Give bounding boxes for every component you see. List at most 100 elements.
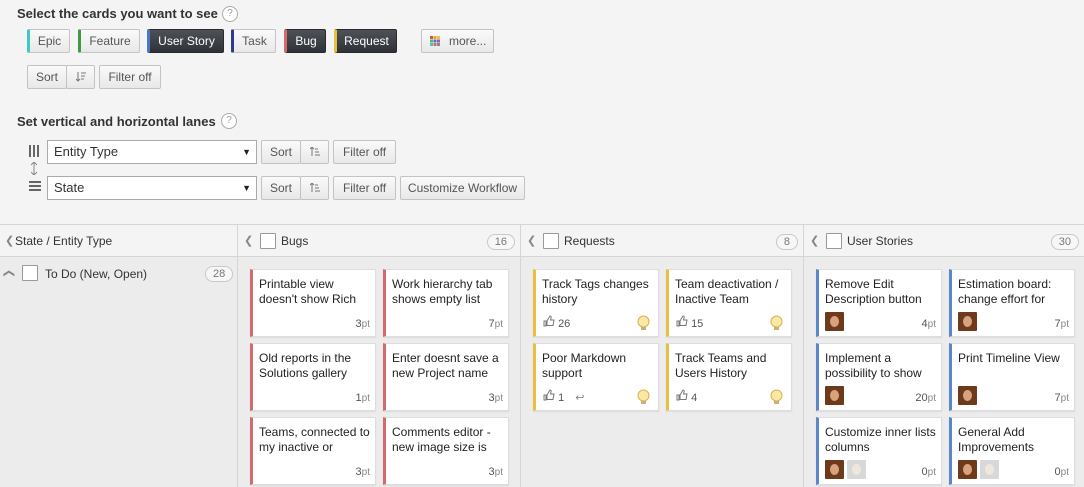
vertical-sort-direction-button[interactable] <box>300 140 329 164</box>
card-points: 3pt <box>488 466 503 478</box>
card[interactable]: Work hierarchy tab shows empty list 7pt <box>383 269 509 337</box>
help-icon[interactable]: ? <box>222 6 238 22</box>
card-points: 3pt <box>355 466 370 478</box>
reply-icon: ↩ <box>575 392 585 404</box>
thumbs-up-icon <box>543 315 555 327</box>
cards-filter-button[interactable]: Filter off <box>99 65 161 89</box>
card-title: Comments editor - new image size is <box>392 425 491 454</box>
card-title: Teams, connected to my inactive or <box>259 425 370 454</box>
thumbs-up-icon <box>543 389 555 401</box>
card-title: Customize inner lists columns <box>825 425 936 454</box>
column-count-badge: 8 <box>775 234 798 250</box>
cards-sort-button[interactable]: Sort <box>27 65 67 89</box>
card-likes: 26 <box>543 315 570 330</box>
sort-ascending-icon <box>310 183 320 192</box>
chevron-left-icon[interactable]: ❮ <box>810 234 819 247</box>
more-card-types-button[interactable]: more... <box>421 29 494 53</box>
card-likes: 1 ↩ <box>543 389 584 404</box>
card-type-task[interactable]: Task <box>231 29 276 53</box>
card-type-epic[interactable]: Epic <box>27 29 70 53</box>
grid-icon <box>430 36 440 46</box>
card-title: Poor Markdown support <box>542 351 627 380</box>
dropdown-arrow-icon: ▼ <box>242 147 251 157</box>
avatar <box>825 312 844 331</box>
axis-label: State / Entity Type <box>15 234 113 248</box>
card-points: 20pt <box>915 392 936 404</box>
card-points: 7pt <box>488 318 503 330</box>
card-points: 0pt <box>921 466 936 478</box>
kanban-board: ❮ State / Entity Type ❮ To Do (New, Open… <box>0 224 1084 487</box>
horizontal-filter-button[interactable]: Filter off <box>333 176 396 200</box>
chevron-left-icon[interactable]: ❮ <box>527 234 536 247</box>
card-title: Print Timeline View <box>958 351 1060 365</box>
card[interactable]: Poor Markdown support 1 ↩ <box>533 343 659 411</box>
axis-column: ❮ State / Entity Type ❮ To Do (New, Open… <box>0 225 237 487</box>
dropdown-arrow-icon: ▼ <box>242 183 251 193</box>
card[interactable]: Estimation board: change effort for 7pt <box>949 269 1075 337</box>
cards-sort-direction-button[interactable] <box>66 65 95 89</box>
column-checkbox[interactable] <box>826 233 842 249</box>
row-count-badge: 28 <box>205 266 234 282</box>
card[interactable]: Remove Edit Description button 4pt <box>816 269 942 337</box>
cards-section-heading: Select the cards you want to see <box>17 6 218 21</box>
card[interactable]: Enter doesnt save a new Project name 3pt <box>383 343 509 411</box>
card[interactable]: Old reports in the Solutions gallery 1pt <box>250 343 376 411</box>
avatar <box>825 386 844 405</box>
card[interactable]: Comments editor - new image size is 3pt <box>383 417 509 485</box>
vertical-filter-button[interactable]: Filter off <box>333 140 396 164</box>
card-type-request[interactable]: Request <box>334 29 397 53</box>
idea-icon <box>637 315 650 330</box>
chevron-left-icon[interactable]: ❮ <box>244 234 253 247</box>
idea-icon <box>637 389 650 404</box>
card[interactable]: Track Tags changes history 26 <box>533 269 659 337</box>
column-header: ❮ User Stories 30 <box>804 225 1084 257</box>
customize-workflow-button[interactable]: Customize Workflow <box>400 176 525 200</box>
swap-lanes-icon[interactable] <box>31 162 37 175</box>
card-title: General Add Improvements <box>958 425 1035 454</box>
vertical-lane-select[interactable]: Entity Type ▼ <box>47 140 257 164</box>
card-title: Team deactivation / Inactive Team <box>675 277 779 306</box>
card-points: 7pt <box>1054 318 1069 330</box>
row-checkbox[interactable] <box>22 265 38 281</box>
avatar <box>847 460 866 479</box>
column-checkbox[interactable] <box>543 233 559 249</box>
column-checkbox[interactable] <box>260 233 276 249</box>
chevron-left-icon[interactable]: ❮ <box>5 234 14 247</box>
card[interactable]: Team deactivation / Inactive Team 15 <box>666 269 792 337</box>
thumbs-up-icon <box>676 389 688 401</box>
card-title: Enter doesnt save a new Project name <box>392 351 499 380</box>
avatar <box>958 460 977 479</box>
thumbs-up-icon <box>676 315 688 327</box>
card-title: Work hierarchy tab shows empty list <box>392 277 493 306</box>
horizontal-sort-button[interactable]: Sort <box>261 176 301 200</box>
card[interactable]: Printable view doesn't show Rich 3pt <box>250 269 376 337</box>
card[interactable]: Implement a possibility to show 20pt <box>816 343 942 411</box>
card-title: Old reports in the Solutions gallery <box>259 351 352 380</box>
avatar <box>980 460 999 479</box>
chevron-up-icon[interactable]: ❮ <box>3 269 16 278</box>
help-icon[interactable]: ? <box>221 113 237 129</box>
card-type-feature[interactable]: Feature <box>78 29 140 53</box>
column-user-stories: ❮ User Stories 30 Remove Edit Descriptio… <box>803 225 1084 487</box>
card[interactable]: General Add Improvements 0pt <box>949 417 1075 485</box>
horizontal-sort-direction-button[interactable] <box>300 176 329 200</box>
card[interactable]: Customize inner lists columns 0pt <box>816 417 942 485</box>
card-points: 7pt <box>1054 392 1069 404</box>
lanes-section-heading: Set vertical and horizontal lanes <box>17 114 216 129</box>
card-title: Track Teams and Users History <box>675 351 767 380</box>
avatar <box>958 312 977 331</box>
card[interactable]: Teams, connected to my inactive or 3pt <box>250 417 376 485</box>
column-title: User Stories <box>847 234 914 248</box>
card-title: Printable view doesn't show Rich <box>259 277 357 306</box>
card[interactable]: Print Timeline View 7pt <box>949 343 1075 411</box>
card-type-user-story[interactable]: User Story <box>147 29 224 53</box>
horizontal-lane-select[interactable]: State ▼ <box>47 176 257 200</box>
horizontal-lane-value: State <box>54 180 85 195</box>
card[interactable]: Track Teams and Users History 4 <box>666 343 792 411</box>
avatar <box>958 386 977 405</box>
board-settings-panel: Select the cards you want to see ? Epic … <box>0 0 1084 224</box>
axis-column-header: ❮ State / Entity Type <box>0 225 237 257</box>
card-points: 3pt <box>488 392 503 404</box>
vertical-sort-button[interactable]: Sort <box>261 140 301 164</box>
card-type-bug[interactable]: Bug <box>284 29 326 53</box>
